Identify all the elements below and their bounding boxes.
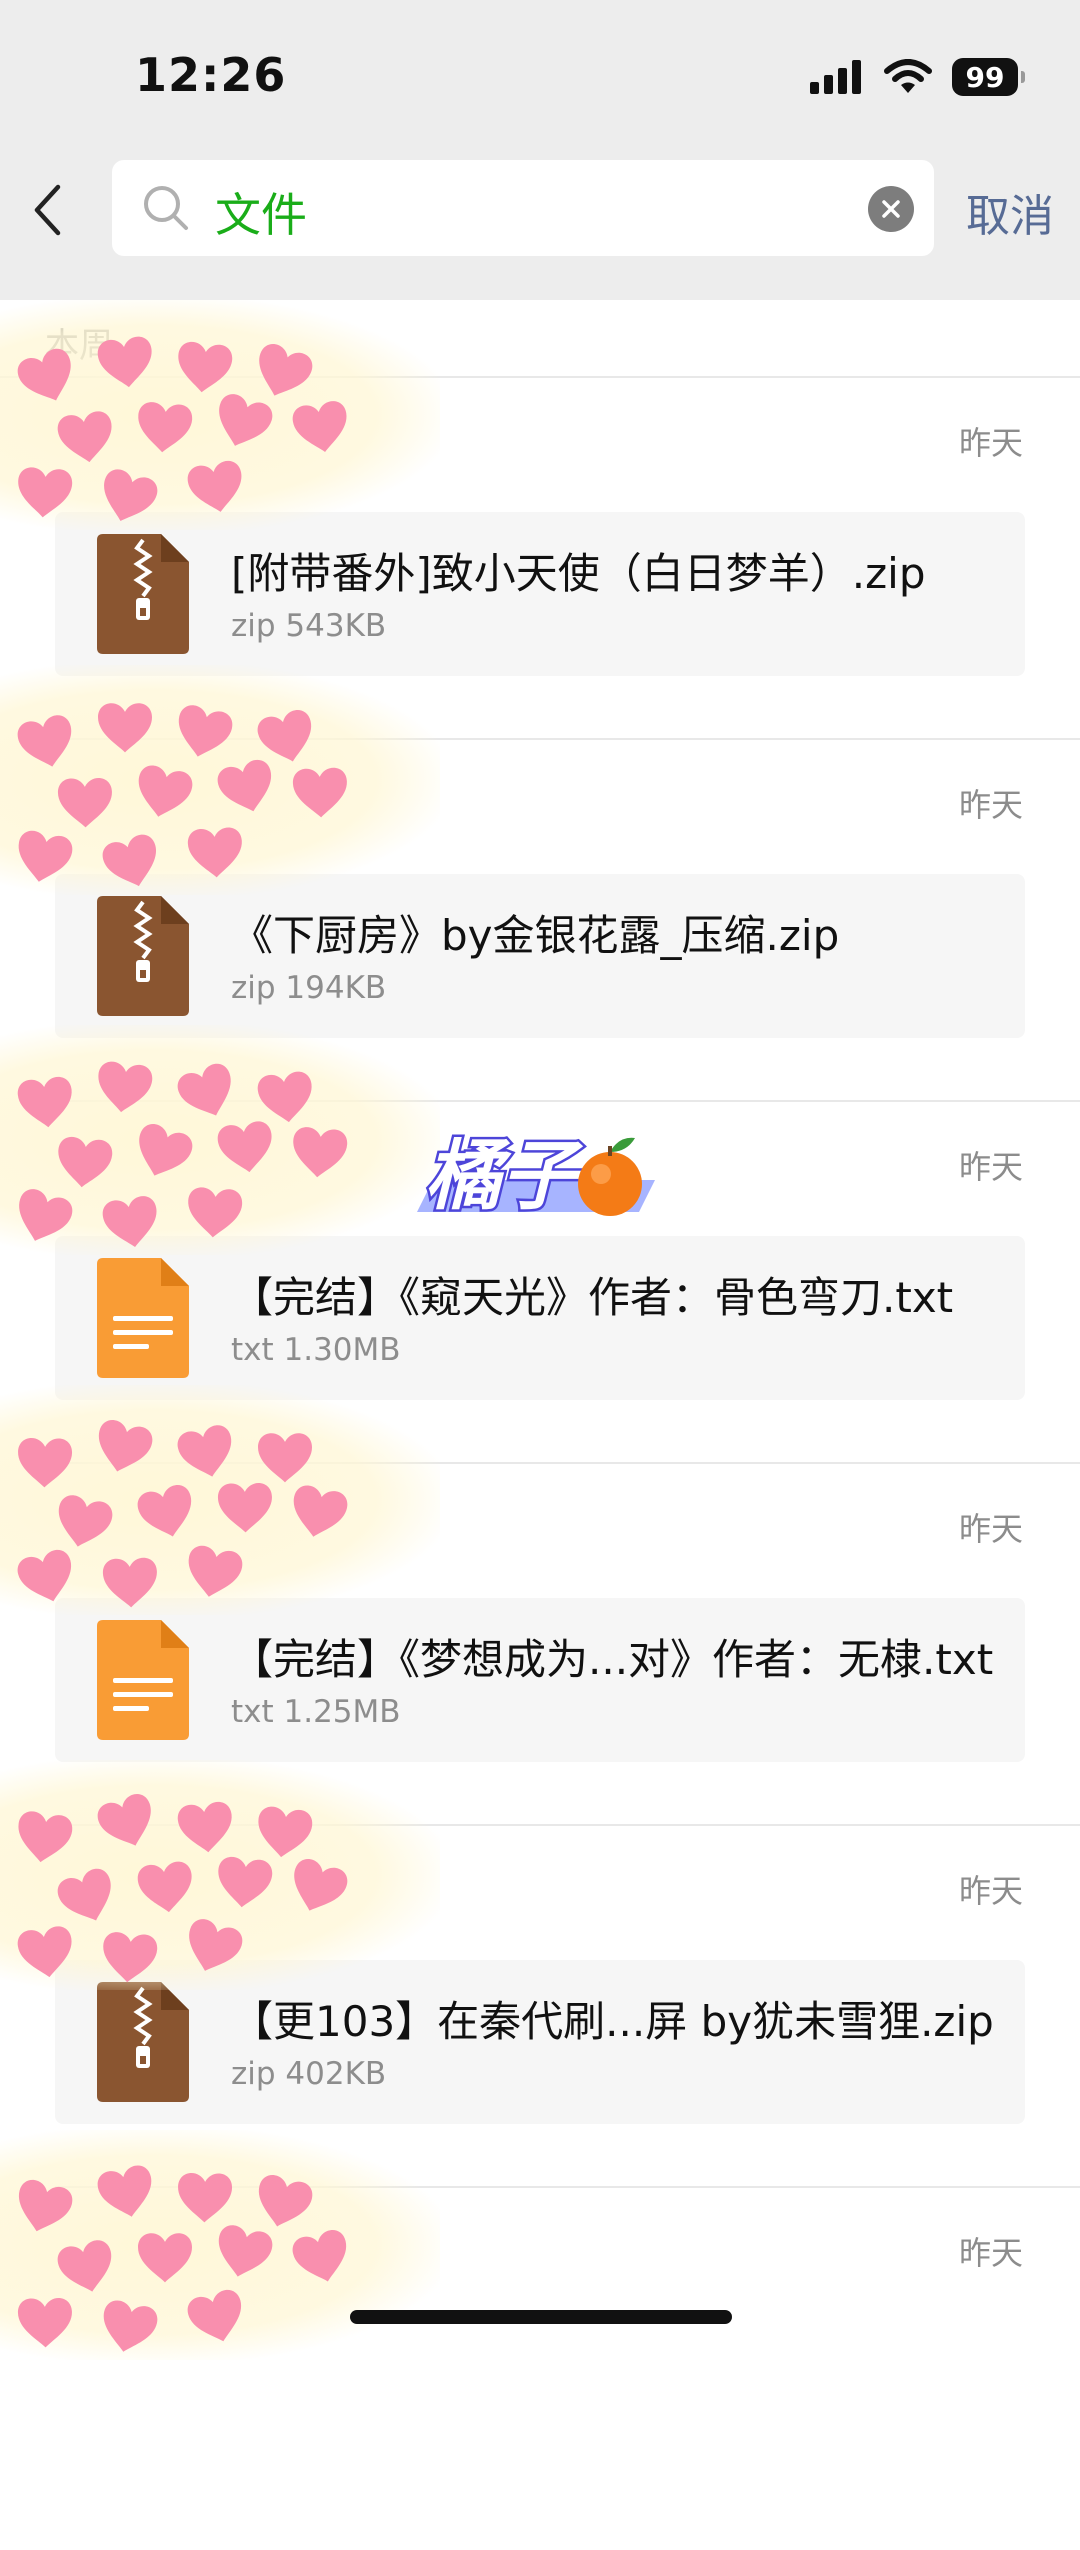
- txt-file-icon: [97, 1620, 189, 1740]
- zip-file-icon: [97, 1982, 189, 2102]
- sticker-text: 橘子: [425, 1131, 584, 1220]
- file-row[interactable]: 昨天 【完结】《梦想成为...对》作者：无棣.txt txt 1.25MB: [0, 1464, 1080, 1826]
- wifi-icon: [884, 59, 932, 93]
- file-date: 昨天: [958, 1148, 1023, 1186]
- battery-indicator: 99: [952, 58, 1025, 96]
- file-meta: zip 402KB: [231, 2056, 387, 2092]
- file-meta: zip 543KB: [231, 608, 387, 644]
- file-meta: txt 1.30MB: [231, 1332, 401, 1368]
- back-button[interactable]: [22, 180, 72, 240]
- chevron-left-icon: [34, 184, 61, 236]
- file-date: 昨天: [958, 786, 1023, 824]
- file-name: 【更103】在秦代刷...屏 by犹未雪狸.zip: [231, 1997, 994, 2046]
- cancel-button[interactable]: 取消: [966, 180, 1054, 244]
- file-row[interactable]: 昨天 【更103】在秦代刷...屏 by犹未雪狸.zip zip 402KB: [0, 1826, 1080, 2188]
- file-date: 昨天: [958, 2234, 1023, 2272]
- file-name: 【完结】《窥天光》作者：骨色弯刀.txt: [231, 1273, 954, 1322]
- file-card[interactable]: 【完结】《窥天光》作者：骨色弯刀.txt txt 1.30MB: [55, 1236, 1025, 1400]
- file-name: 【完结】《梦想成为...对》作者：无棣.txt: [231, 1635, 994, 1684]
- file-card[interactable]: [附带番外]致小天使（白日梦羊）.zip zip 543KB: [55, 512, 1025, 676]
- file-card[interactable]: 【完结】《梦想成为...对》作者：无棣.txt txt 1.25MB: [55, 1598, 1025, 1762]
- close-icon: [882, 200, 900, 218]
- file-card[interactable]: 【更103】在秦代刷...屏 by犹未雪狸.zip zip 402KB: [55, 1960, 1025, 2124]
- search-query-text[interactable]: 文件: [215, 179, 307, 245]
- file-card[interactable]: 《下厨房》by金银花露_压缩.zip zip 194KB: [55, 874, 1025, 1038]
- signal-icon: [810, 60, 861, 94]
- search-icon: [144, 186, 188, 230]
- file-row[interactable]: 昨天 [附带番外]致小天使（白日梦羊）.zip zip 543KB: [0, 378, 1080, 740]
- status-time: 12:26: [135, 48, 287, 102]
- orange-sticker: 橘子: [417, 1129, 655, 1223]
- orange-emoji-icon: [578, 1137, 642, 1216]
- zip-file-icon: [97, 534, 189, 654]
- file-row[interactable]: 昨天 《下厨房》by金银花露_压缩.zip zip 194KB: [0, 740, 1080, 1102]
- file-date: 昨天: [958, 424, 1023, 462]
- file-date: 昨天: [958, 1510, 1023, 1548]
- file-name: 《下厨房》by金银花露_压缩.zip: [231, 911, 840, 960]
- zip-file-icon: [97, 896, 189, 1016]
- file-name: [附带番外]致小天使（白日梦羊）.zip: [231, 549, 926, 598]
- file-date: 昨天: [958, 1872, 1023, 1910]
- section-label: 本周: [45, 326, 113, 366]
- home-indicator[interactable]: [350, 2310, 732, 2324]
- txt-file-icon: [97, 1258, 189, 1378]
- status-icons: 99: [810, 58, 1025, 96]
- clear-search-icon[interactable]: [868, 186, 914, 232]
- file-row[interactable]: 昨天: [0, 2188, 1080, 2550]
- file-meta: zip 194KB: [231, 970, 387, 1006]
- search-input[interactable]: 文件: [112, 160, 934, 256]
- file-meta: txt 1.25MB: [231, 1694, 401, 1730]
- top-bar: 12:26 99 文件 取消: [0, 0, 1080, 300]
